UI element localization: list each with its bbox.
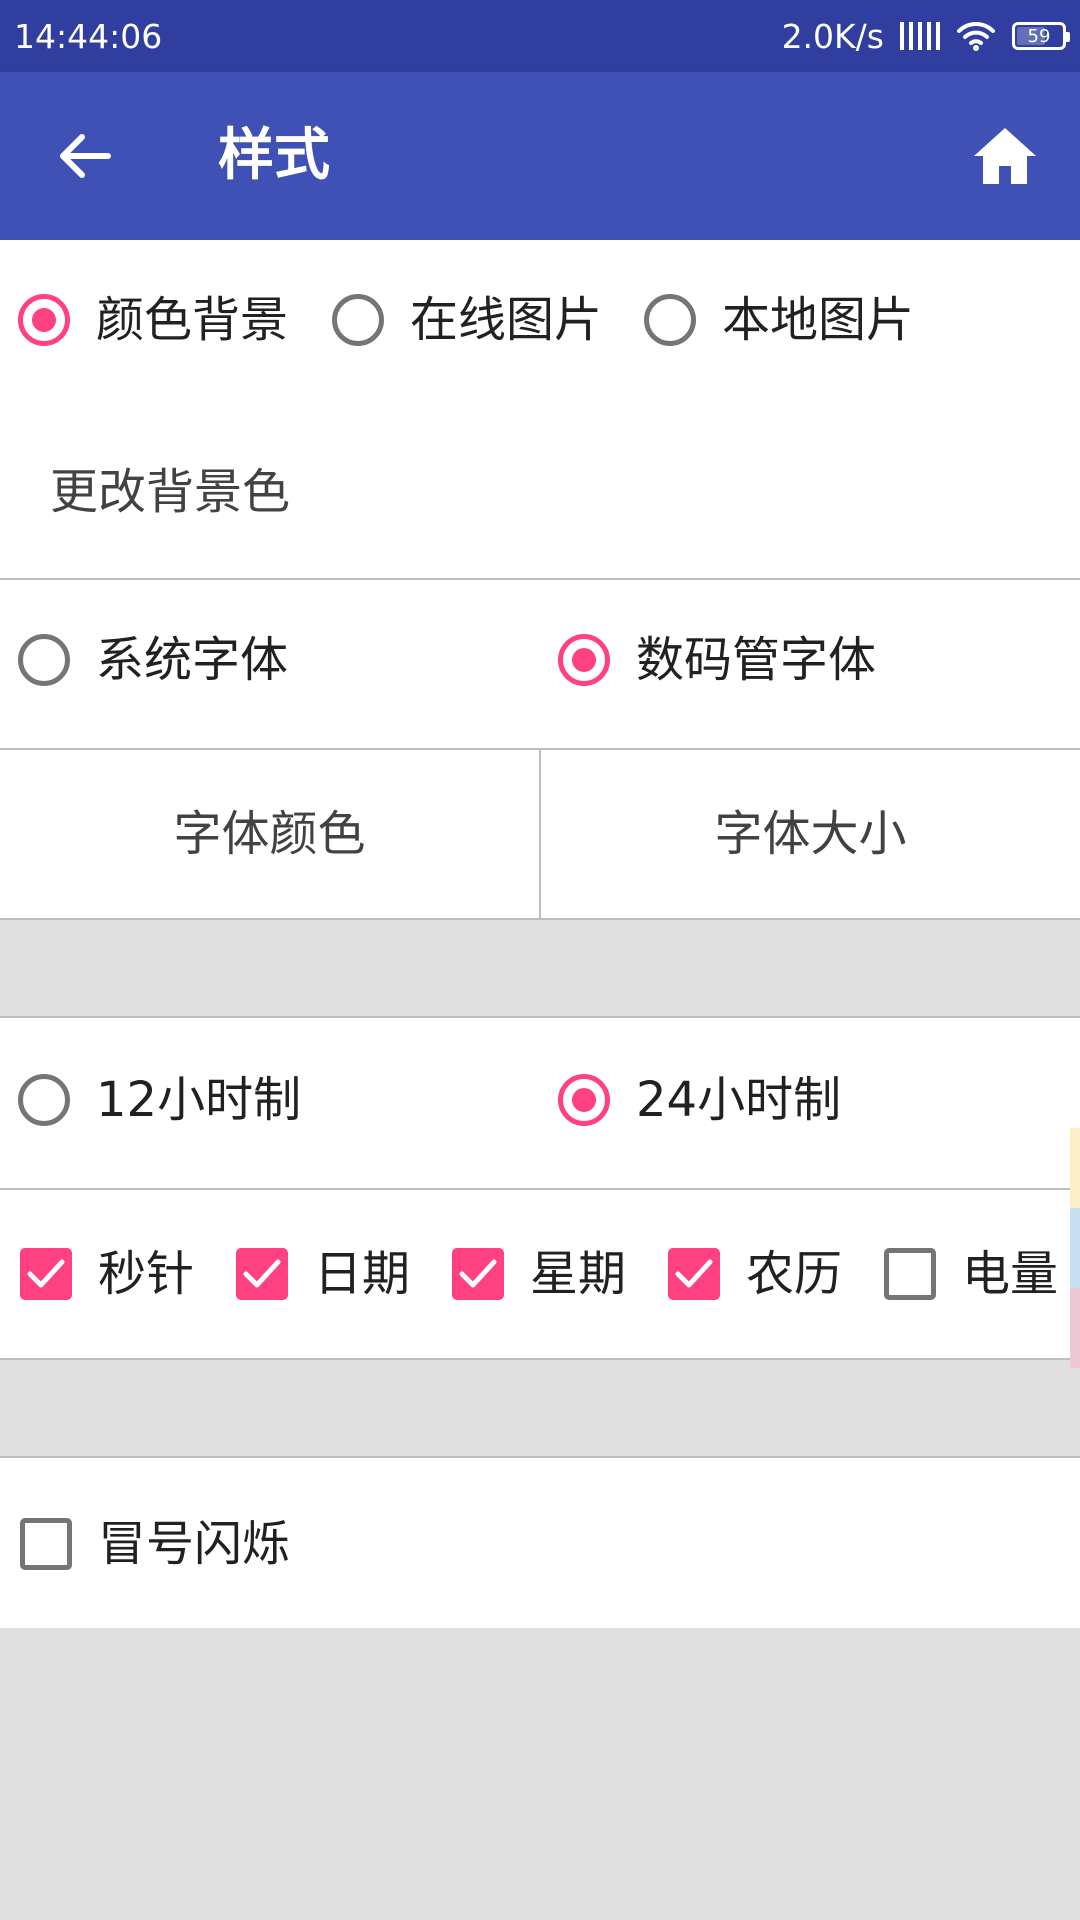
arrow-back-icon[interactable] <box>52 124 116 188</box>
signal-icon <box>900 22 940 50</box>
status-bar: 14:44:06 2.0K/s 59 <box>0 0 1080 72</box>
checkbox-label: 星期 <box>530 1246 627 1302</box>
radio-label: 12小时制 <box>96 1072 302 1128</box>
colon-blink-section: 冒号闪烁 <box>0 1458 1080 1628</box>
font-color-button[interactable]: 字体颜色 <box>0 750 539 918</box>
app-bar: 样式 <box>0 72 1080 240</box>
radio-label: 数码管字体 <box>636 632 877 688</box>
checkbox-label: 电量 <box>962 1246 1059 1302</box>
scroll-indicator <box>1070 1288 1080 1368</box>
radio-button[interactable] <box>558 1074 610 1126</box>
checkbox[interactable] <box>20 1518 72 1570</box>
background-section: 颜色背景 在线图片 本地图片 更改背景色 <box>0 240 1080 578</box>
font-buttons-row: 字体颜色 字体大小 <box>0 750 1080 918</box>
check-icon <box>27 1259 65 1288</box>
checkbox[interactable] <box>884 1248 936 1300</box>
check-icon <box>675 1259 713 1288</box>
radio-label: 颜色背景 <box>96 292 289 348</box>
checkbox[interactable] <box>20 1248 72 1300</box>
checkbox-label: 农历 <box>746 1246 843 1302</box>
divider <box>0 1358 1080 1360</box>
time-format-section: 12小时制 24小时制 <box>0 1018 1080 1188</box>
radio-button[interactable] <box>18 294 70 346</box>
battery-icon: 59 <box>1012 22 1070 50</box>
checkbox[interactable] <box>236 1248 288 1300</box>
wifi-icon <box>957 21 995 51</box>
radio-button[interactable] <box>18 1074 70 1126</box>
checkbox[interactable] <box>452 1248 504 1300</box>
status-time: 14:44:06 <box>14 16 163 56</box>
checkbox[interactable] <box>668 1248 720 1300</box>
radio-label: 系统字体 <box>96 632 289 688</box>
change-background-color-button[interactable]: 更改背景色 <box>50 462 290 522</box>
radio-label: 在线图片 <box>410 292 603 348</box>
checkbox-label: 日期 <box>314 1246 411 1302</box>
home-icon[interactable] <box>972 124 1038 188</box>
check-icon <box>459 1259 497 1288</box>
divider <box>0 918 1080 920</box>
font-size-button[interactable]: 字体大小 <box>541 750 1080 918</box>
battery-level: 59 <box>1027 25 1051 47</box>
radio-label: 24小时制 <box>636 1072 842 1128</box>
font-size-label: 字体大小 <box>714 806 907 862</box>
scroll-indicator <box>1070 1208 1080 1288</box>
network-speed: 2.0K/s <box>781 16 884 56</box>
display-options-section: 秒针 日期 星期 农历 电量 <box>0 1190 1080 1358</box>
font-type-section: 系统字体 数码管字体 <box>0 580 1080 748</box>
radio-button[interactable] <box>18 634 70 686</box>
radio-label: 本地图片 <box>722 292 915 348</box>
scroll-indicator <box>1070 1128 1080 1208</box>
status-icons: 2.0K/s 59 <box>781 16 1070 56</box>
radio-button[interactable] <box>644 294 696 346</box>
radio-button[interactable] <box>332 294 384 346</box>
checkbox-label: 秒针 <box>98 1246 195 1302</box>
checkbox-label: 冒号闪烁 <box>98 1516 291 1572</box>
check-icon <box>243 1259 281 1288</box>
font-color-label: 字体颜色 <box>173 806 366 862</box>
radio-button[interactable] <box>558 634 610 686</box>
page-title: 样式 <box>218 123 330 188</box>
